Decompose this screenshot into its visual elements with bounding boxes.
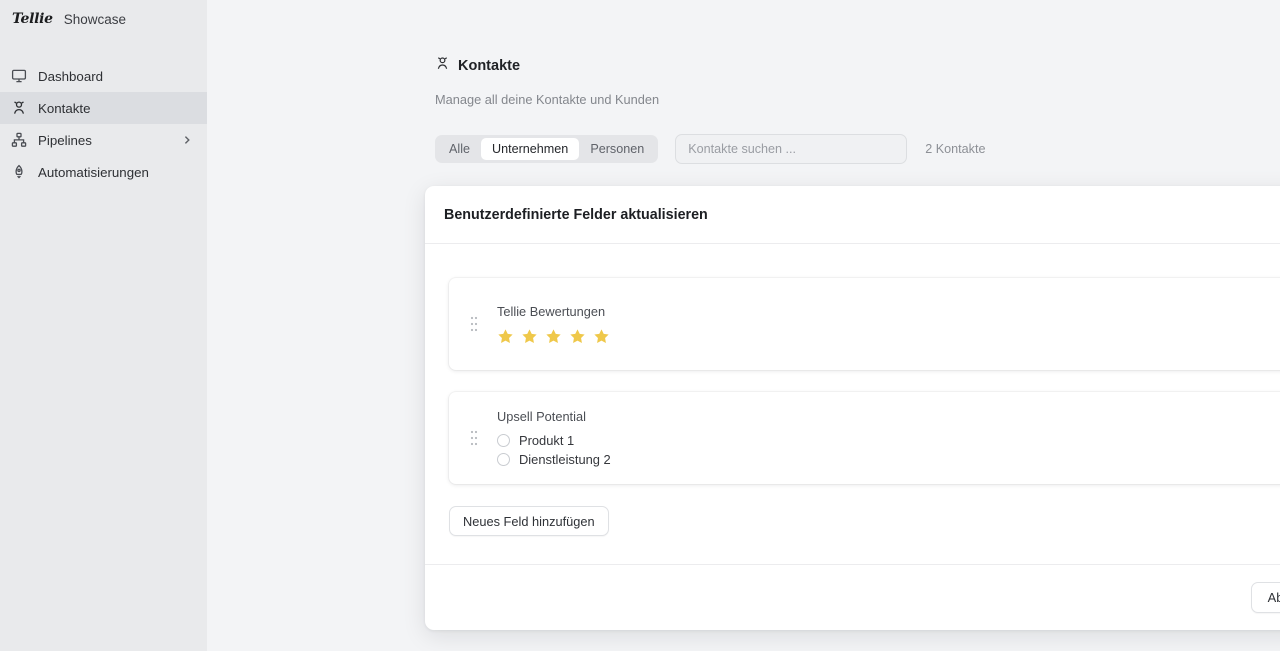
star-icon[interactable] xyxy=(569,328,586,345)
sidebar-nav: Dashboard Kontakte xyxy=(0,60,207,188)
tab-unternehmen[interactable]: Unternehmen xyxy=(481,138,579,160)
radio-option-list: Produkt 1 Dienstleistung 2 xyxy=(497,433,1280,467)
search-input[interactable] xyxy=(675,134,907,164)
field-content: Upsell Potential Produkt 1 Dienstleistun… xyxy=(497,409,1280,467)
hierarchy-icon xyxy=(10,132,27,149)
star-icon[interactable] xyxy=(521,328,538,345)
rocket-icon xyxy=(10,164,27,181)
chevron-right-icon xyxy=(181,134,193,146)
star-icon[interactable] xyxy=(593,328,610,345)
custom-fields-modal: Benutzerdefinierte Felder aktualisieren xyxy=(425,186,1280,630)
radio-option-label: Dienstleistung 2 xyxy=(519,452,611,467)
sidebar-item-pipelines[interactable]: Pipelines xyxy=(0,124,207,156)
monitor-icon xyxy=(10,68,27,85)
drag-handle-icon[interactable] xyxy=(467,428,481,448)
search-wrapper xyxy=(675,134,907,164)
sidebar-item-label: Pipelines xyxy=(38,133,92,148)
field-label: Tellie Bewertungen xyxy=(497,304,1280,319)
star-icon[interactable] xyxy=(497,328,514,345)
field-card-radio: Upsell Potential Produkt 1 Dienstleistun… xyxy=(449,392,1280,484)
contact-count-label: 2 Kontakte xyxy=(925,142,985,156)
radio-option[interactable]: Produkt 1 xyxy=(497,433,1280,448)
radio-option[interactable]: Dienstleistung 2 xyxy=(497,452,1280,467)
cancel-button[interactable]: Abbrechen xyxy=(1251,582,1280,613)
radio-circle-icon[interactable] xyxy=(497,434,510,447)
sidebar-item-kontakte[interactable]: Kontakte xyxy=(0,92,207,124)
modal-body: Tellie Bewertungen xyxy=(425,244,1280,564)
sidebar-item-dashboard[interactable]: Dashboard xyxy=(0,60,207,92)
tellie-logo: Tellie xyxy=(12,11,53,27)
radio-option-label: Produkt 1 xyxy=(519,433,574,448)
main-content: Kontakte Manage all deine Kontakte und K… xyxy=(207,0,1280,651)
star-icon[interactable] xyxy=(545,328,562,345)
radio-circle-icon[interactable] xyxy=(497,453,510,466)
contacts-person-icon xyxy=(10,100,27,117)
add-field-button[interactable]: Neues Feld hinzufügen xyxy=(449,506,609,536)
modal-footer: Abbrechen Speichern xyxy=(425,564,1280,630)
rating-stars[interactable] xyxy=(497,328,1280,345)
field-label: Upsell Potential xyxy=(497,409,1280,424)
drag-handle-icon[interactable] xyxy=(467,314,481,334)
sidebar-item-label: Automatisierungen xyxy=(38,165,149,180)
field-card-rating: Tellie Bewertungen xyxy=(449,278,1280,370)
field-content: Tellie Bewertungen xyxy=(497,304,1280,345)
contacts-person-icon xyxy=(435,56,450,76)
tab-alle[interactable]: Alle xyxy=(438,138,481,160)
page-subtitle: Manage all deine Kontakte und Kunden xyxy=(435,92,1280,107)
page-title: Kontakte xyxy=(458,58,520,74)
brand-header[interactable]: Tellie Showcase xyxy=(0,0,207,38)
page-title-row: Kontakte xyxy=(435,56,1280,76)
sidebar-item-label: Dashboard xyxy=(38,69,103,84)
modal-title: Benutzerdefinierte Felder aktualisieren xyxy=(444,207,708,223)
filter-toolbar: Alle Unternehmen Personen 2 Kontakte xyxy=(435,134,1280,164)
app-root: Tellie Showcase Dashboard xyxy=(0,0,1280,651)
page-header: Kontakte Manage all deine Kontakte und K… xyxy=(207,0,1280,164)
tab-personen[interactable]: Personen xyxy=(579,138,655,160)
sidebar-item-automatisierungen[interactable]: Automatisierungen xyxy=(0,156,207,188)
workspace-name: Showcase xyxy=(64,12,126,27)
modal-header: Benutzerdefinierte Felder aktualisieren xyxy=(425,186,1280,244)
sidebar-item-label: Kontakte xyxy=(38,101,91,116)
filter-tab-group: Alle Unternehmen Personen xyxy=(435,135,658,163)
sidebar: Tellie Showcase Dashboard xyxy=(0,0,207,651)
